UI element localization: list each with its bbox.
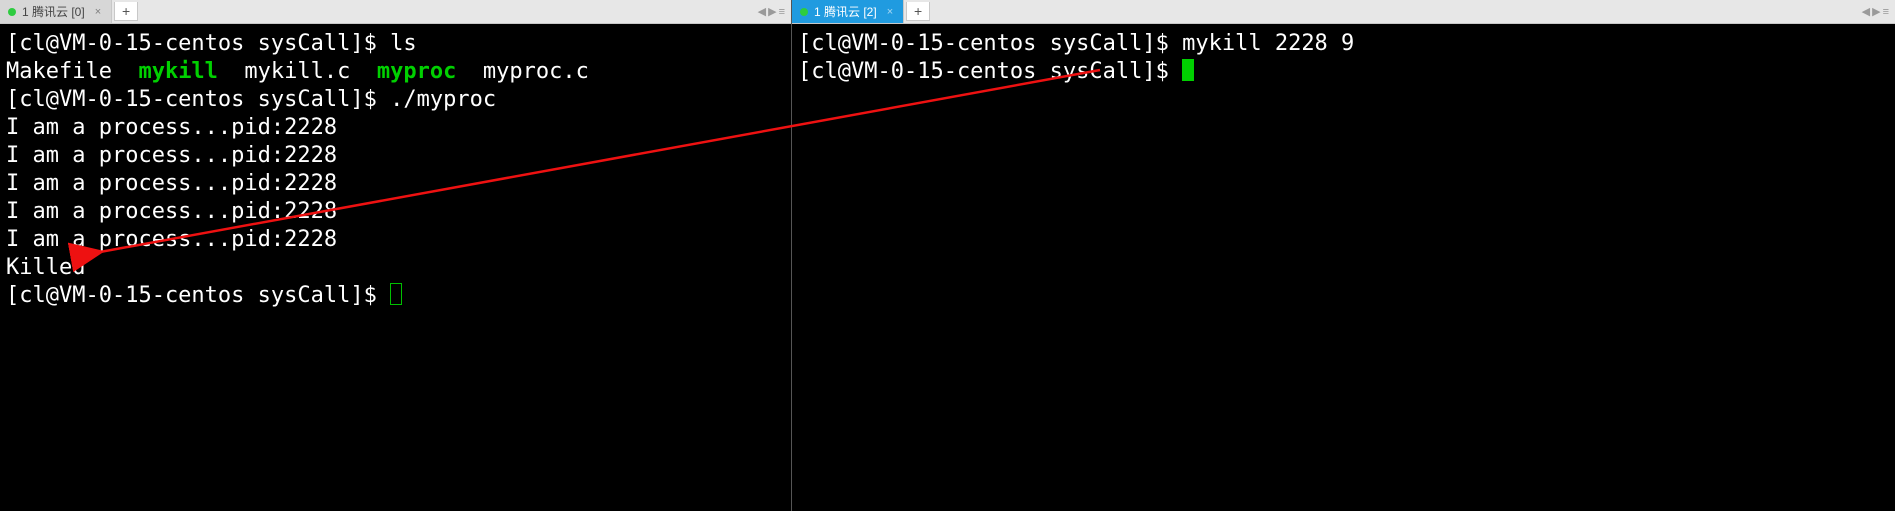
- status-dot-icon: [800, 8, 808, 16]
- close-icon[interactable]: ×: [883, 6, 893, 18]
- cursor-icon: [1182, 59, 1194, 81]
- tabbar-controls: ◀ ▶ ≡: [1856, 0, 1895, 23]
- tabbar-controls: ◀ ▶ ≡: [752, 0, 791, 23]
- tab-title: 1 腾讯云 [2]: [814, 3, 877, 20]
- tab-left-session[interactable]: 1 腾讯云 [0] ×: [0, 0, 112, 23]
- close-icon[interactable]: ×: [91, 6, 101, 18]
- tab-title: 1 腾讯云 [0]: [22, 3, 85, 20]
- plus-icon: +: [122, 3, 130, 19]
- new-tab-button[interactable]: +: [114, 2, 138, 21]
- left-terminal[interactable]: [cl@VM-0-15-centos sysCall]$ ls Makefile…: [0, 24, 791, 511]
- cursor-icon: [390, 283, 402, 305]
- scroll-left-icon[interactable]: ◀: [758, 5, 766, 18]
- tab-right-session[interactable]: 1 腾讯云 [2] ×: [792, 0, 904, 23]
- scroll-left-icon[interactable]: ◀: [1862, 5, 1870, 18]
- split-terminal-layout: 1 腾讯云 [0] × + ◀ ▶ ≡ [cl@VM-0-15-centos s…: [0, 0, 1895, 511]
- plus-icon: +: [914, 3, 922, 19]
- tabbar-spacer: [930, 0, 1856, 23]
- right-pane: 1 腾讯云 [2] × + ◀ ▶ ≡ [cl@VM-0-15-centos s…: [792, 0, 1895, 511]
- scroll-right-icon[interactable]: ▶: [1872, 5, 1880, 18]
- left-pane: 1 腾讯云 [0] × + ◀ ▶ ≡ [cl@VM-0-15-centos s…: [0, 0, 792, 511]
- tabbar-spacer: [138, 0, 752, 23]
- right-terminal[interactable]: [cl@VM-0-15-centos sysCall]$ mykill 2228…: [792, 24, 1895, 511]
- right-tabbar: 1 腾讯云 [2] × + ◀ ▶ ≡: [792, 0, 1895, 24]
- scroll-right-icon[interactable]: ▶: [768, 5, 776, 18]
- menu-icon[interactable]: ≡: [779, 6, 785, 18]
- menu-icon[interactable]: ≡: [1883, 6, 1889, 18]
- status-dot-icon: [8, 8, 16, 16]
- new-tab-button[interactable]: +: [906, 2, 930, 21]
- left-tabbar: 1 腾讯云 [0] × + ◀ ▶ ≡: [0, 0, 791, 24]
